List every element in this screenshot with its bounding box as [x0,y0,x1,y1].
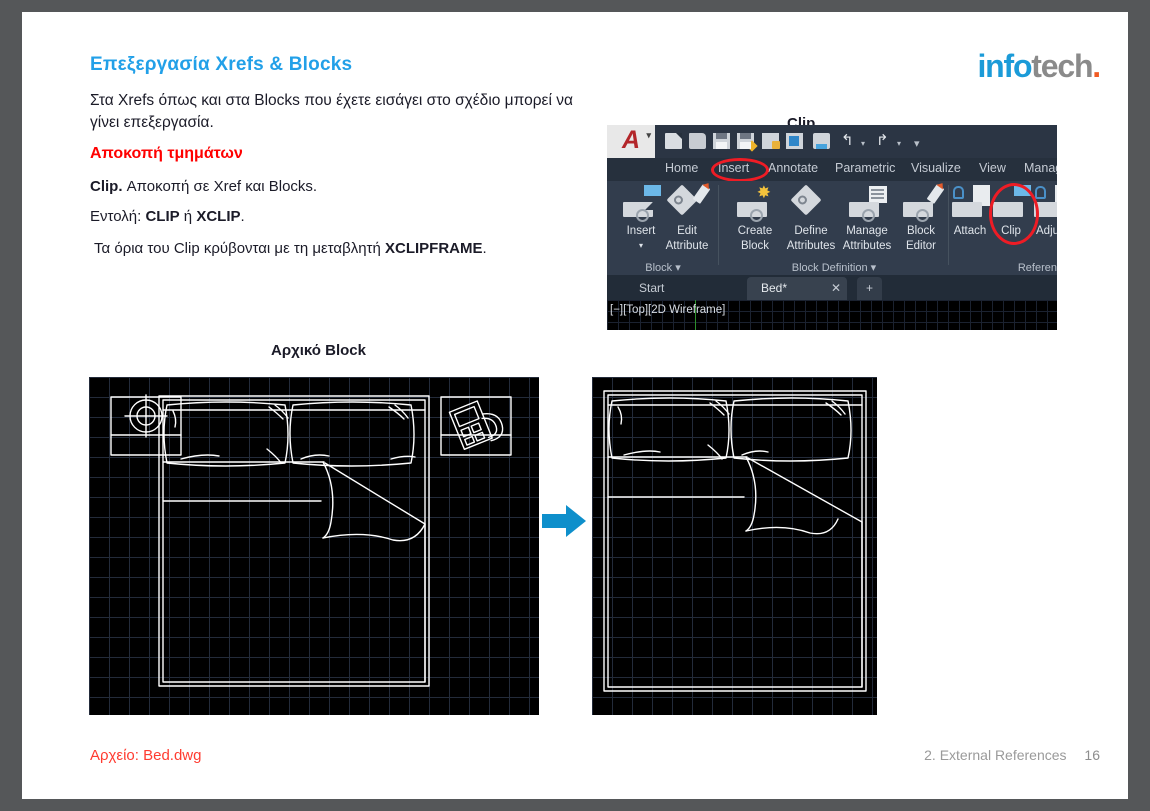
app-letter: A [621,126,641,154]
ribbon-panels: Insert ▾ Edit Attribute Block ▾ ✸ Create… [607,181,1057,275]
xclipframe-lead: Τα όρια του Clip κρύβονται με τη μεταβλη… [94,240,385,257]
file-name-label: Αρχείο: Bed.dwg [90,747,202,764]
ribbon-panel-block-definition: ✸ Create Block Define Attributes Manage … [719,181,949,275]
drawing-tab-bed-label: Bed* [761,281,788,295]
cad-drawing-original [89,377,539,715]
ribbon-tab-parametric[interactable]: Parametric [835,161,895,175]
print-icon[interactable] [813,133,830,149]
transformation-arrow [540,502,588,540]
plot-icon[interactable] [762,133,780,149]
export-icon[interactable] [786,133,803,149]
arrow-right-icon [542,505,586,537]
panel-label-reference[interactable]: Referen [1018,262,1057,274]
command-lead: Εντολή: [90,208,146,225]
command-tail: . [240,208,245,225]
ribbon-tab-manage[interactable]: Manage [1024,161,1057,175]
footer-meta: 2. External References 16 [924,747,1100,763]
panel-block-caret-icon[interactable]: ▾ [675,262,681,274]
attach-label: Attach [953,225,987,237]
define-attributes-label-1: Define [794,225,828,237]
viewport-config-label: [−][Top][2D Wireframe] [610,304,726,316]
panel-label-block-text: Block [645,262,673,274]
logo-dot: . [1092,48,1101,84]
redo-caret-icon[interactable]: ▾ [897,139,901,148]
save-as-icon[interactable] [737,133,758,152]
panel-block-definition-caret-icon[interactable]: ▾ [871,262,877,274]
autocad-ribbon-screenshot: A ▾ ↰ ▾ ↱ ▾ ▾ Home Insert Annotate Param… [607,125,1057,330]
define-attributes-icon [790,184,831,223]
logo-part-info: info [977,48,1032,84]
drawing-tab-close-icon[interactable]: ✕ [825,277,847,300]
command-clip: CLIP [145,208,180,225]
autocad-viewport[interactable]: [−][Top][2D Wireframe] [607,300,1057,330]
clip-button-annotation-circle [989,183,1039,245]
ribbon-panel-block: Insert ▾ Edit Attribute Block ▾ [607,181,719,275]
infotech-logo: infotech. [977,48,1101,84]
manage-attributes-icon [847,185,887,223]
command-line: Εντολή: CLIP ή XCLIP. [90,208,245,225]
panel-label-block[interactable]: Block ▾ [607,261,719,274]
manage-attributes-label-1: Manage [846,225,888,237]
footer-section-label: 2. External References [924,747,1067,763]
undo-caret-icon[interactable]: ▾ [861,139,865,148]
original-block-caption: Αρχικό Block [271,342,366,359]
clip-term: Clip. [90,178,123,195]
ribbon-tab-home[interactable]: Home [665,161,698,175]
logo-part-tech: tech [1031,48,1093,84]
manage-attributes-label-2: Attributes [842,239,892,252]
panel-label-block-definition[interactable]: Block Definition ▾ [719,261,949,274]
section-subheading: Αποκοπή τμημάτων [90,145,243,162]
ribbon-button-create-block[interactable]: ✸ Create Block [725,184,785,252]
app-menu-caret-icon: ▾ [646,130,651,140]
intro-paragraph: Στα Xrefs όπως και στα Blocks που έχετε … [90,92,573,131]
create-block-icon: ✸ [735,184,775,223]
xclipframe-line: Τα όρια του Clip κρύβονται με τη μεταβλη… [94,240,487,257]
ribbon-tab-annotate[interactable]: Annotate [768,161,818,175]
panel-label-block-definition-text: Block Definition [791,262,868,274]
new-icon[interactable] [665,133,682,149]
create-block-label-1: Create [737,225,773,237]
insert-tab-annotation-circle [711,158,769,182]
block-editor-label-1: Block [906,225,936,237]
slide-page: Επεξεργασία Xrefs & Blocks infotech. Στα… [22,12,1128,799]
ribbon-tab-view[interactable]: View [979,161,1006,175]
ribbon-button-attach[interactable]: Attach [945,185,995,238]
redo-icon[interactable]: ↱ [876,133,889,148]
clip-description-line: Clip. Αποκοπή σε Xref και Blocks. [90,178,317,195]
edit-attribute-label-1: Edit [677,225,697,237]
command-xclip: XCLIP [196,208,241,225]
xclipframe-var: XCLIPFRAME [384,240,483,257]
ribbon-button-block-editor[interactable]: Block Editor [891,184,951,252]
ribbon-button-define-attributes[interactable]: Define Attributes [781,184,841,252]
define-attributes-label-2: Attributes [786,239,836,252]
ribbon-button-edit-attribute[interactable]: Edit Attribute [657,184,717,252]
edit-attribute-label-2: Attribute [665,239,709,252]
ribbon-button-manage-attributes[interactable]: Manage Attributes [837,185,897,252]
page-title: Επεξεργασία Xrefs & Blocks [90,54,353,75]
insert-block-icon [621,185,661,223]
save-icon[interactable] [713,133,730,149]
page-number: 16 [1084,747,1100,763]
block-editor-label-2: Editor [905,239,937,252]
create-block-label-2: Block [740,239,770,252]
ribbon-tab-visualize[interactable]: Visualize [911,161,961,175]
drawing-tab-start[interactable]: Start [625,277,730,300]
open-icon[interactable] [689,133,706,149]
xclipframe-tail: . [482,240,487,257]
drawing-tab-bar: Start Bed* ✕ + [607,275,1057,300]
command-or: ή [179,208,197,225]
new-drawing-tab-icon[interactable]: + [857,277,883,300]
block-editor-icon [901,184,945,223]
autocad-app-menu-icon[interactable]: A ▾ [607,125,655,158]
edit-attribute-icon [666,184,711,223]
bed-plan-clipped-svg [603,390,867,692]
undo-icon[interactable]: ↰ [841,133,854,148]
quick-access-toolbar: A ▾ ↰ ▾ ↱ ▾ ▾ [607,125,1057,158]
customize-icon[interactable]: ▾ [914,137,920,150]
cad-drawing-clipped [592,377,877,715]
bed-plan-full-svg [110,394,512,687]
clip-term-rest: Αποκοπή σε Xref και Blocks. [122,178,318,195]
attach-icon [950,185,990,223]
